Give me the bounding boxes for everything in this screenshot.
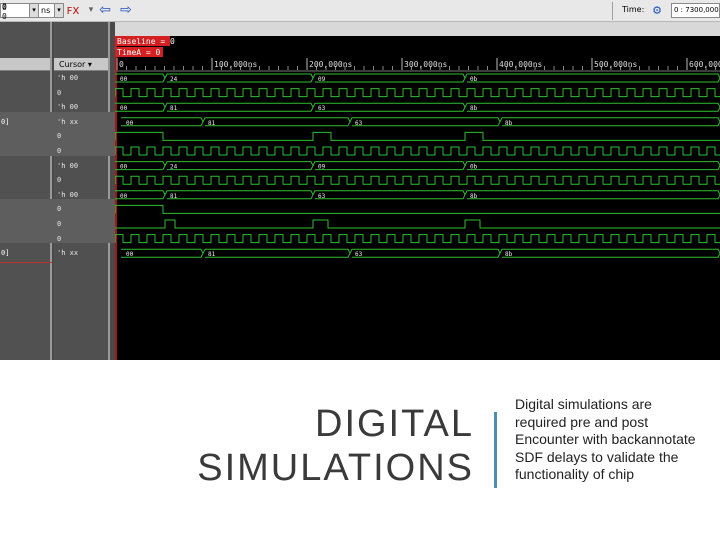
bus-segment <box>164 161 314 171</box>
slide-body-text: Digital simulations are required pre and… <box>515 396 696 482</box>
bus-value: 00 <box>120 164 128 171</box>
signal-cursor-value: 'h 00 <box>57 103 79 112</box>
simvision-waveform-screenshot: ▾ ns ▾ ꜰx ▾ ⇦ ⇨ Time: ⚙ 0 : 7300,000 0 C… <box>0 0 720 360</box>
bus-segment <box>312 161 466 171</box>
ruler-label: 200,000ns <box>309 60 353 69</box>
slide-title-line-1: DIGITAL <box>315 403 474 445</box>
bus-value: 8b <box>505 251 513 258</box>
slide-title: DIGITAL SIMULATIONS <box>114 402 474 490</box>
bus-segment <box>164 73 314 83</box>
toolbar: ▾ ns ▾ ꜰx ▾ ⇦ ⇨ Time: ⚙ 0 : 7300,000 <box>0 0 720 22</box>
signal-cursor-value: 0 <box>57 205 62 214</box>
signal-name-column[interactable] <box>0 22 52 360</box>
bus-segment <box>202 248 351 258</box>
ruler-label: 600,000 <box>689 60 720 69</box>
arrow-right-icon[interactable]: ⇨ <box>117 2 135 19</box>
bus-value: 09 <box>318 164 326 171</box>
toolbar-divider <box>612 2 613 20</box>
timea-label: TimeA = 0 <box>117 48 161 57</box>
bus-segment <box>499 248 720 258</box>
bus-segment <box>121 248 204 258</box>
bus-segment <box>464 190 720 200</box>
bus-value: 00 <box>120 76 128 83</box>
bus-segment <box>164 102 314 112</box>
ruler-label: 400,000ns <box>499 60 543 69</box>
signal-cursor-value: 0 <box>57 234 62 243</box>
bus-segment <box>312 190 466 200</box>
selection-marker-line <box>0 261 52 263</box>
bus-value: 81 <box>208 120 216 127</box>
bus-value: 63 <box>318 193 326 200</box>
bus-value: 24 <box>170 164 178 171</box>
slide-divider <box>494 412 497 488</box>
signal-cursor-value: 'h 00 <box>57 190 79 199</box>
bus-segment <box>499 117 720 127</box>
top-number-b: 0 <box>2 12 7 21</box>
signal-cursor-value: 0 <box>57 220 62 228</box>
pulse-waveform <box>115 219 720 229</box>
clock-waveform <box>115 88 720 98</box>
pulse-waveform <box>115 131 720 141</box>
find-next-icon[interactable]: ꜰx <box>64 2 82 19</box>
bus-segment <box>349 117 501 127</box>
bus-segment <box>121 117 204 127</box>
time-label: Time: <box>622 5 645 14</box>
time-settings-icon[interactable]: ⚙ <box>648 2 666 19</box>
ruler-label: 0 <box>119 60 124 69</box>
bus-value: 09 <box>318 76 326 83</box>
ruler-label: 300,000ns <box>404 60 448 69</box>
ruler-label: 500,000ns <box>594 60 638 69</box>
clock-waveform <box>115 175 720 185</box>
signal-cursor-value: 'h 00 <box>57 161 79 170</box>
bus-segment <box>312 73 466 83</box>
arrow-left-icon[interactable]: ⇦ <box>96 2 114 19</box>
bus-segment <box>464 161 720 171</box>
bus-value: 00 <box>126 120 134 127</box>
signal-cursor-value: 0 <box>57 88 62 97</box>
bus-value: 8b <box>470 105 478 112</box>
clock-waveform <box>115 234 720 244</box>
bus-value: 8b <box>470 193 478 200</box>
bus-value: 00 <box>126 251 134 258</box>
bus-value: 0b <box>470 76 478 83</box>
ruler-label: 100,000ns <box>214 60 258 69</box>
bus-segment <box>464 102 720 112</box>
top-number-a: 0 <box>2 2 7 11</box>
signal-pane: 0 Cursor ▾ 'h 00 0'h 00 0]'h xx 0 0'h 00 0'h … <box>0 3 115 360</box>
bus-value: 81 <box>208 251 216 258</box>
pulse-waveform <box>115 204 720 214</box>
slide-title-line-2: SIMULATIONS <box>197 447 474 489</box>
signal-cursor-value: 'h 00 <box>57 74 79 82</box>
bus-segment <box>349 248 501 258</box>
bus-segment <box>164 190 314 200</box>
clock-waveform <box>115 146 720 156</box>
bus-value: 8b <box>505 120 513 127</box>
bus-value: 63 <box>355 120 363 127</box>
bus-segment <box>464 73 720 83</box>
bus-value: 63 <box>318 105 326 112</box>
cursor-column-header[interactable]: Cursor ▾ <box>54 58 108 71</box>
bus-segment <box>312 102 466 112</box>
signal-cursor-value: 'h xx <box>57 117 79 126</box>
bus-value: 24 <box>170 76 178 83</box>
signal-column-header <box>0 58 50 71</box>
signal-cursor-value: 0 <box>57 132 62 141</box>
bus-value: 00 <box>120 105 128 112</box>
bus-value: 0b <box>470 164 478 171</box>
waveform-canvas[interactable]: Baseline = 0 TimeA = 0 0 100,000ns 200,000ns… <box>115 36 720 360</box>
baseline-label: Baseline = 0 <box>117 37 175 46</box>
signal-cursor-value: 0 <box>57 147 62 155</box>
bus-value: 00 <box>120 193 128 200</box>
time-field[interactable]: 0 : 7300,000 <box>671 3 720 18</box>
signal-name[interactable]: 0] <box>1 118 9 126</box>
bus-value: 81 <box>170 105 178 112</box>
bus-value: 81 <box>170 193 178 200</box>
signal-cursor-value: 0 <box>57 176 62 185</box>
bus-segment <box>202 117 351 127</box>
unit-dropdown-button[interactable]: ▾ <box>54 3 64 18</box>
signal-name[interactable]: 0] <box>1 249 9 257</box>
bus-value: 63 <box>355 251 363 258</box>
signal-cursor-value: 'h xx <box>57 249 79 258</box>
